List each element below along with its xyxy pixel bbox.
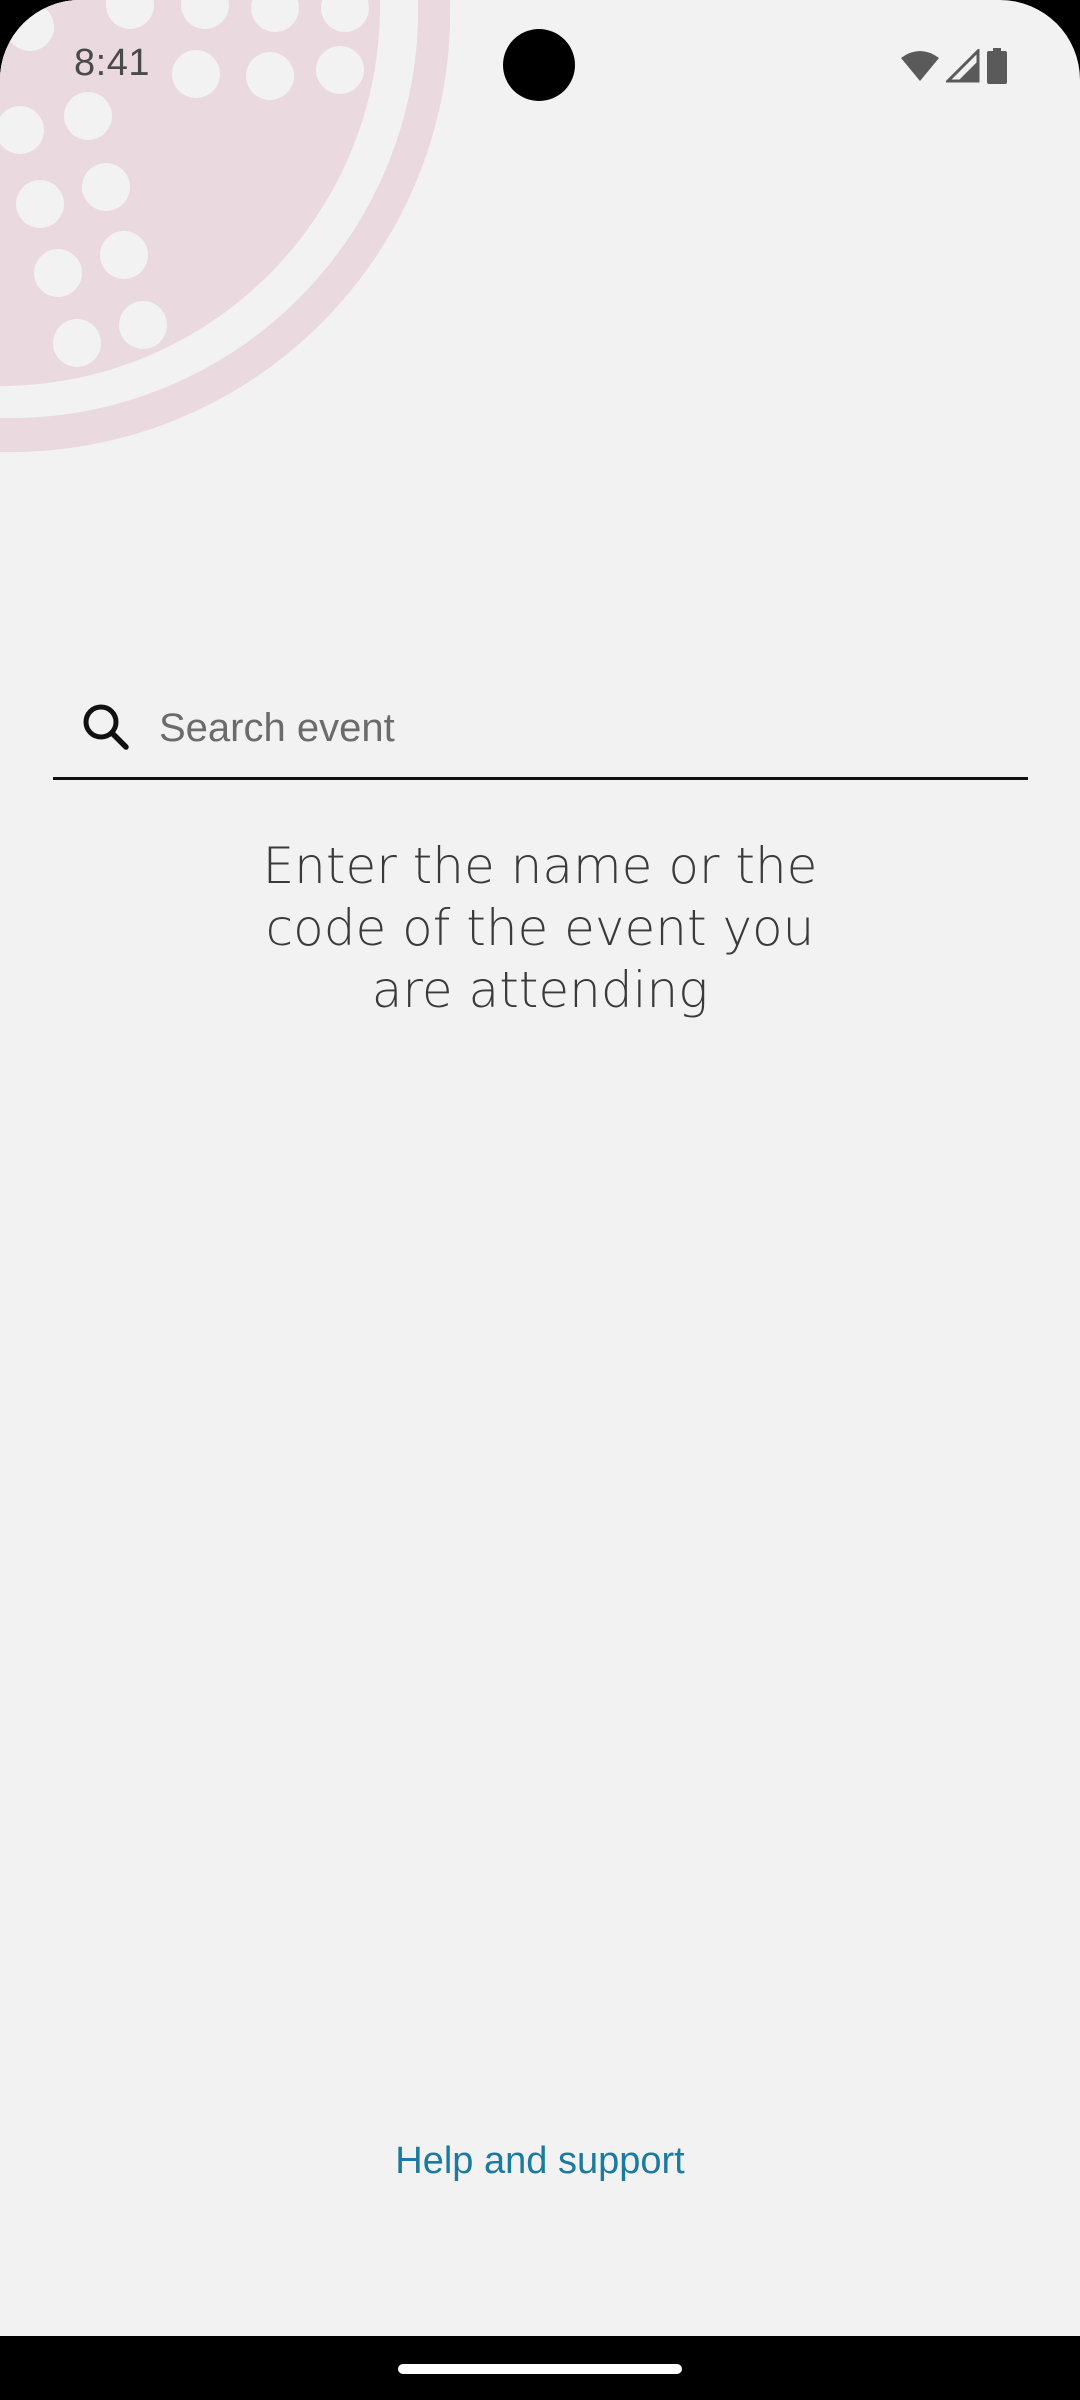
app-screen: 8:41 Search event Enter the name or the … [0,0,1080,2336]
wifi-icon [900,50,940,82]
search-hint-text: Enter the name or the code of the event … [262,837,818,1019]
gesture-navigation-handle[interactable] [398,2364,682,2374]
cellular-signal-icon [946,49,980,83]
status-icons [900,46,1008,86]
search-icon [80,701,132,753]
camera-cutout [503,29,575,101]
status-bar: 8:41 [0,0,1080,130]
status-time: 8:41 [74,42,150,84]
help-and-support-link[interactable]: Help and support [340,2140,740,2183]
search-field[interactable] [53,676,1028,780]
battery-icon [986,48,1008,84]
search-input[interactable] [159,690,999,766]
